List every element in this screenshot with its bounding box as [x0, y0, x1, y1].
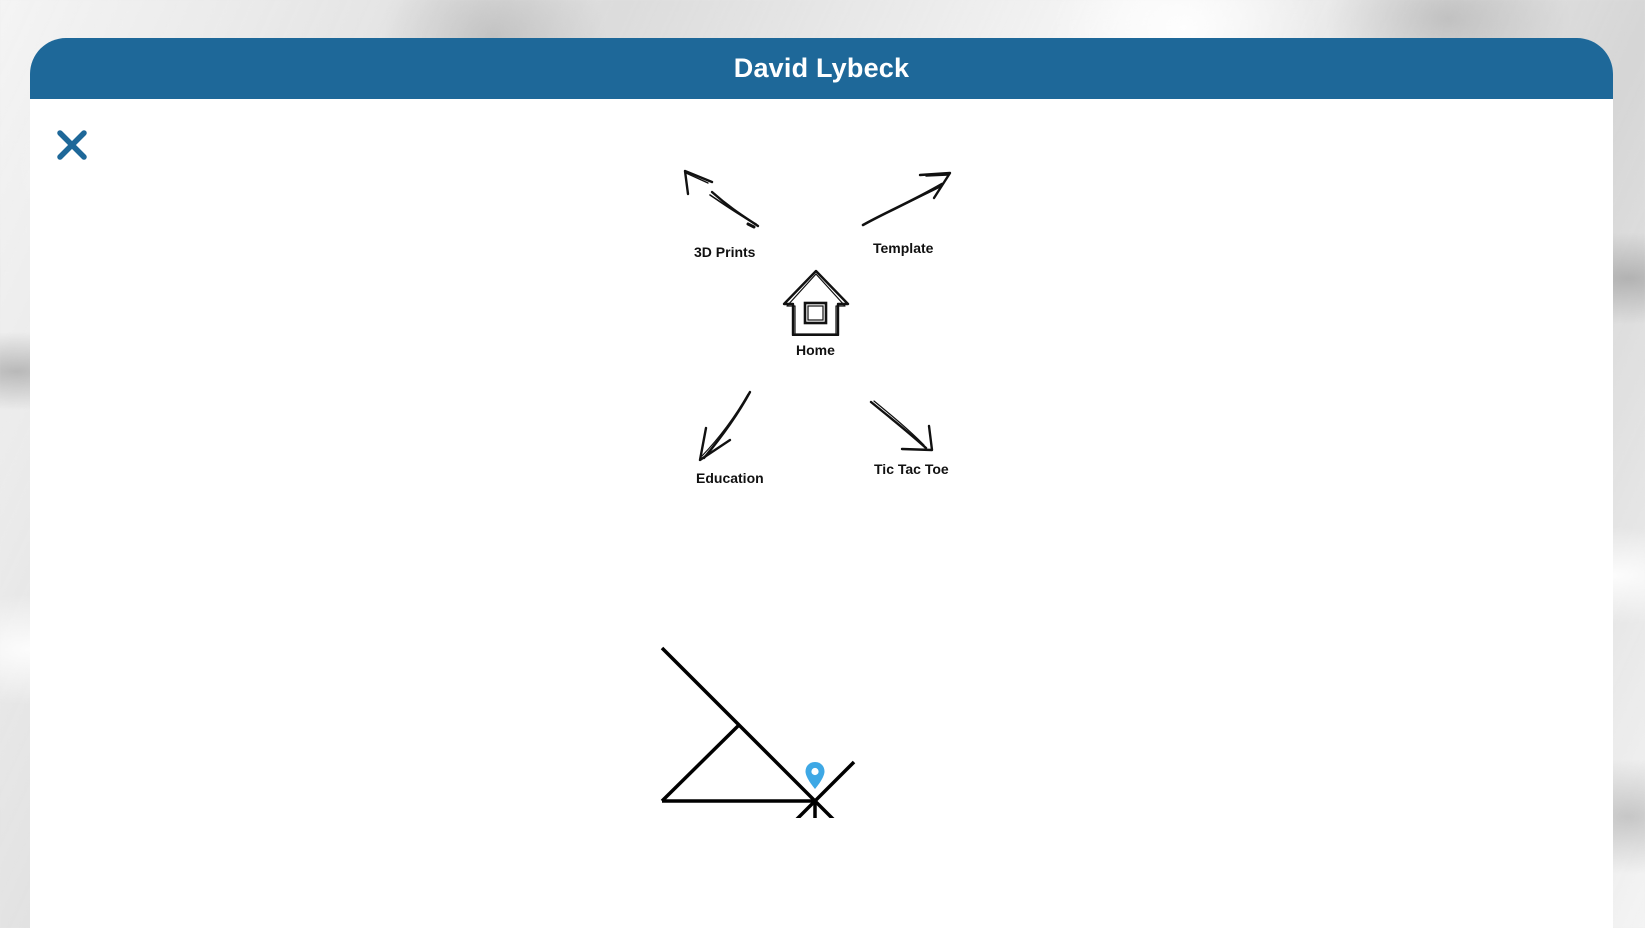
house-icon — [782, 269, 850, 336]
map-drawing — [650, 578, 890, 850]
map-pin-icon[interactable] — [804, 761, 826, 793]
nav-item-education[interactable]: Education — [688, 390, 798, 490]
nav-menu: 3D Prints Template Home Education Tic Ta… — [670, 168, 1010, 508]
arrow-up-left-icon — [683, 169, 760, 229]
nav-label-tic-tac-toe: Tic Tac Toe — [874, 461, 949, 477]
arrow-down-left-icon — [698, 390, 752, 462]
arrow-down-right-icon — [869, 400, 934, 452]
nav-label-home: Home — [796, 342, 835, 358]
nav-item-home[interactable]: Home — [780, 258, 860, 358]
nav-item-tic-tac-toe[interactable]: Tic Tac Toe — [866, 390, 976, 490]
nav-item-3d-prints[interactable]: 3D Prints — [678, 168, 778, 263]
nav-item-template[interactable]: Template — [856, 168, 966, 263]
main-card: David Lybeck 3D Prints Template Home Edu… — [30, 38, 1613, 928]
header-bar: David Lybeck — [30, 38, 1613, 99]
nav-label-education: Education — [696, 470, 764, 486]
arrow-up-right-icon — [861, 171, 952, 227]
close-button[interactable] — [55, 128, 89, 162]
page-title: David Lybeck — [733, 53, 910, 83]
nav-label-template: Template — [873, 240, 934, 256]
close-icon — [57, 130, 87, 160]
map-lines — [650, 646, 890, 850]
nav-label-3d-prints: 3D Prints — [694, 244, 756, 260]
